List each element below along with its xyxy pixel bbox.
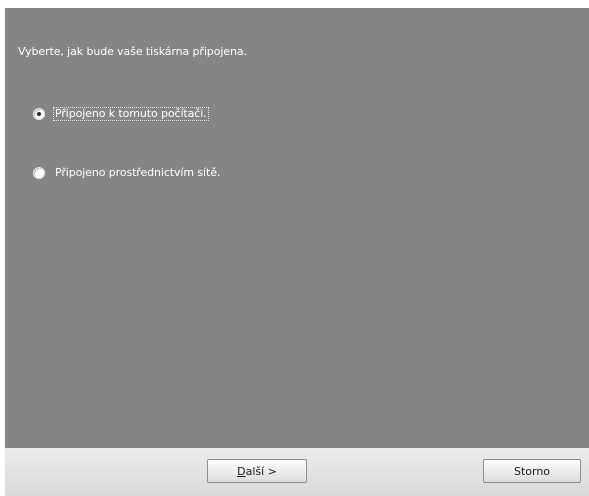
radio-label-network[interactable]: Připojeno prostřednictvím sítě. [53,166,222,180]
cancel-button-label: Storno [513,464,551,478]
radio-button-network[interactable] [33,167,45,179]
radio-option-local[interactable]: Připojeno k tomuto počítači. [33,106,209,122]
setup-dialog: Vyberte, jak bude vaše tiskárna připojen… [0,0,589,496]
radio-label-local[interactable]: Připojeno k tomuto počítači. [53,107,209,121]
cancel-button[interactable]: Storno [483,459,581,483]
button-bar: Další > Storno [5,448,589,496]
radio-option-network[interactable]: Připojeno prostřednictvím sítě. [33,165,222,181]
content-panel: Vyberte, jak bude vaše tiskárna připojen… [5,8,589,448]
next-button-label: alší > [245,464,277,478]
radio-selected-dot-icon [37,112,41,116]
next-button[interactable]: Další > [207,459,307,483]
next-button-mnemonic: D [237,464,246,478]
connection-prompt: Vyberte, jak bude vaše tiskárna připojen… [18,45,247,58]
radio-button-local[interactable] [33,108,45,120]
